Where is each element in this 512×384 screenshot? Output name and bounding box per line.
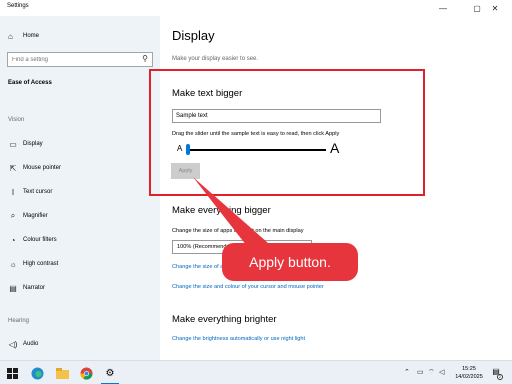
clock-time: 15:25 [462,366,476,372]
sidebar-item-high-contrast[interactable]: ☼ High contrast [8,257,153,271]
battery-icon[interactable]: ▭ [417,368,424,376]
sidebar-item-label: Audio [23,341,39,347]
sidebar: ⌂ Home ⚲ Ease of Access Vision ▭ Display… [0,16,160,360]
sidebar-item-label: Display [23,141,43,147]
network-icon[interactable]: ⌔ [428,368,435,377]
sidebar-item-audio[interactable]: ◁) Audio [8,337,153,351]
sidebar-item-label: Magnifier [23,213,48,219]
sidebar-item-mouse-pointer[interactable]: ⇱ Mouse pointer [8,161,153,175]
group-label-vision: Vision [8,117,25,123]
group-label-hearing: Hearing [8,318,30,324]
sidebar-item-label: Home [23,33,40,39]
edge-icon[interactable] [29,365,45,381]
page-title: Display [172,28,215,43]
highlight-box [149,69,425,196]
section-heading-everything-brighter: Make everything brighter [172,314,277,325]
taskbar: ⚙ ⌃ ▭ ⌔ ◁ 15:25 14/02/2025 ▤ 2 [0,360,512,384]
sidebar-item-label: High contrast [23,261,59,267]
display-icon: ▭ [9,139,17,149]
section-heading-everything-bigger: Make everything bigger [172,205,271,216]
chrome-icon[interactable] [78,365,94,381]
show-hidden-icons-icon[interactable]: ⌃ [404,368,410,376]
search-icon[interactable]: ⚲ [142,54,148,63]
close-button[interactable]: ✕ [478,0,512,16]
volume-icon[interactable]: ◁ [439,368,444,376]
settings-icon[interactable]: ⚙ [102,365,118,381]
file-explorer-icon[interactable] [54,365,70,381]
title-bar: Settings — ▢ ✕ [0,0,512,16]
sidebar-item-magnifier[interactable]: ⌕ Magnifier [8,209,153,223]
sidebar-item-label: Narrator [23,285,46,291]
callout-bubble: Apply button. [222,243,358,281]
search-input[interactable] [12,55,132,64]
sidebar-item-label: Mouse pointer [23,165,62,171]
home-icon: ⌂ [8,31,13,41]
section-title: Ease of Access [8,80,52,86]
colour-filters-icon: ◔ [10,235,16,245]
scale-instruction: Change the size of apps and text on the … [172,228,304,234]
audio-icon: ◁) [8,339,18,349]
mouse-pointer-icon: ⇱ [9,163,17,173]
start-icon[interactable] [4,365,20,381]
clock-date: 14/02/2025 [455,374,483,380]
clock[interactable]: 15:25 14/02/2025 [449,365,489,381]
minimize-button[interactable]: — [426,0,460,16]
link-cursor-size[interactable]: Change the size and colour of your curso… [172,284,324,290]
sidebar-item-home[interactable]: ⌂ Home [8,29,39,43]
window-title: Settings [7,3,29,9]
sidebar-item-text-cursor[interactable]: I Text cursor [8,185,153,199]
sidebar-item-label: Colour filters [23,237,57,243]
search-box[interactable]: ⚲ [7,52,153,67]
magnifier-icon: ⌕ [10,211,16,220]
notification-count-badge: 2 [497,374,503,380]
page-subtitle: Make your display easier to see. [172,56,259,62]
high-contrast-icon: ☼ [9,259,17,269]
sidebar-item-colour-filters[interactable]: ◔ Colour filters [8,233,153,247]
link-brightness[interactable]: Change the brightness automatically or u… [172,336,305,342]
sidebar-item-narrator[interactable]: ▤ Narrator [8,281,153,295]
sidebar-item-label: Text cursor [23,189,53,195]
text-cursor-icon: I [11,187,15,197]
narrator-icon: ▤ [9,283,17,293]
sidebar-item-display[interactable]: ▭ Display [8,137,153,151]
